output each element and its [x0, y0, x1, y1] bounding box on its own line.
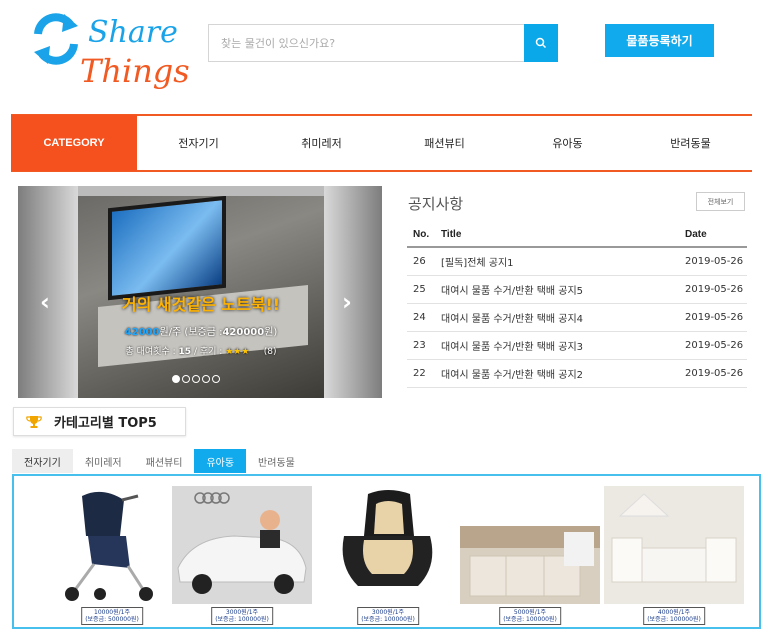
notice-title-link[interactable]: 대여시 물품 수거/반환 택배 공지3	[441, 331, 685, 360]
product-price: 5000원/1주 (보증금: 100000원)	[499, 607, 561, 625]
notice-title-link[interactable]: [필독]전체 공지1	[441, 247, 685, 276]
carousel-dot[interactable]	[212, 375, 220, 383]
play-mat-image[interactable]	[460, 486, 600, 604]
search-icon	[535, 37, 547, 49]
price-value: 42000	[124, 327, 160, 338]
column-header-title: Title	[441, 222, 685, 248]
notice-view-all-button[interactable]: 전체보기	[696, 192, 745, 211]
nav-item-electronics[interactable]: 전자기기	[137, 116, 260, 170]
featured-carousel: ‹ › 거의 새것같은 노트북!! 42000원/주 (보증금 :420000원…	[18, 186, 382, 398]
notice-date: 2019-05-26	[685, 303, 747, 332]
tab-fashion[interactable]: 패션뷰티	[134, 449, 195, 473]
carousel-prev-button[interactable]: ‹	[40, 288, 50, 316]
carousel-item-title[interactable]: 거의 새것같은 노트북!!	[78, 291, 324, 315]
notice-title-link[interactable]: 대여시 물품 수거/반환 택배 공지2	[441, 359, 685, 388]
notice-no: 22	[407, 359, 441, 388]
nav-item-hobby[interactable]: 취미레저	[260, 116, 383, 170]
product-rent-price: 10000원/1주	[94, 609, 130, 616]
column-header-date: Date	[685, 222, 747, 248]
tab-kids[interactable]: 유아동	[194, 449, 247, 473]
bumper-bed-image[interactable]	[604, 486, 744, 604]
table-row[interactable]: 25 대여시 물품 수거/반환 택배 공지5 2019-05-26	[407, 275, 747, 304]
notice-no: 25	[407, 275, 441, 304]
top5-title: 카테고리별 TOP5	[54, 416, 157, 431]
product-rent-price: 3000원/1주	[225, 609, 259, 616]
refresh-arrows-icon	[34, 13, 78, 65]
carousel-indicators	[172, 375, 220, 383]
notice-no: 24	[407, 303, 441, 332]
product-deposit: (보증금: 100000원)	[503, 616, 557, 623]
category-nav: CATEGORY 전자기기 취미레저 패션뷰티 유아동 반려동물	[11, 114, 752, 172]
notice-date: 2019-05-26	[685, 331, 747, 360]
product-card[interactable]: 4000원/1주 (보증금: 100000원)	[604, 486, 744, 626]
column-header-no: No.	[407, 222, 441, 248]
table-row[interactable]: 24 대여시 물품 수거/반환 택배 공지4 2019-05-26	[407, 303, 747, 332]
trophy-icon	[26, 415, 42, 428]
notice-title-link[interactable]: 대여시 물품 수거/반환 택배 공지5	[441, 275, 685, 304]
product-price: 10000원/1주 (보증금: 500000원)	[81, 607, 143, 625]
carousel-dot[interactable]	[182, 375, 190, 383]
carousel-next-button[interactable]: ›	[342, 288, 352, 316]
tab-pets[interactable]: 반려동물	[246, 449, 307, 473]
notice-title: 공지사항	[408, 195, 464, 213]
review-label: / 후기 :	[193, 347, 223, 357]
notice-no: 23	[407, 331, 441, 360]
product-card[interactable]: 3000원/1주 (보증금: 100000원)	[172, 486, 312, 626]
nav-item-fashion[interactable]: 패션뷰티	[383, 116, 506, 170]
search-bar	[208, 24, 558, 62]
deposit-suffix: 원)	[264, 327, 278, 338]
deposit-value: 420000	[222, 327, 265, 338]
ride-on-car-image[interactable]	[172, 486, 312, 604]
product-card[interactable]: 3000원/1주 (보증금: 100000원)	[318, 486, 458, 626]
notice-table: No. Title Date 26 [필독]전체 공지1 2019-05-26 …	[407, 222, 747, 388]
notice-no: 26	[407, 247, 441, 276]
product-rent-price: 4000원/1주	[657, 609, 691, 616]
table-row[interactable]: 23 대여시 물품 수거/반환 택배 공지3 2019-05-26	[407, 331, 747, 360]
notice-date: 2019-05-26	[685, 359, 747, 388]
carousel-rent-info: 총 대여횟수 : 15 / 후기 : ★★★ (8)	[78, 344, 324, 357]
carousel-next-panel	[324, 186, 382, 398]
nav-item-kids[interactable]: 유아동	[506, 116, 629, 170]
logo-things-text: Things	[80, 52, 190, 90]
product-deposit: (보증금: 100000원)	[215, 616, 269, 623]
search-input[interactable]	[209, 25, 525, 61]
stroller-image[interactable]	[42, 486, 182, 604]
top5-heading: 카테고리별 TOP5	[13, 407, 186, 436]
product-card[interactable]: 5000원/1주 (보증금: 100000원)	[460, 486, 600, 626]
table-row[interactable]: 22 대여시 물품 수거/반환 택배 공지2 2019-05-26	[407, 359, 747, 388]
notice-date: 2019-05-26	[685, 275, 747, 304]
product-card[interactable]: 10000원/1주 (보증금: 500000원)	[42, 486, 182, 626]
carousel-dot[interactable]	[172, 375, 180, 383]
search-button[interactable]	[524, 24, 558, 62]
logo-share-text: Share	[88, 15, 178, 50]
table-row[interactable]: 26 [필독]전체 공지1 2019-05-26	[407, 247, 747, 276]
notice-date: 2019-05-26	[685, 247, 747, 276]
star-rating: ★★★	[225, 347, 250, 357]
carousel-price: 42000원/주 (보증금 :420000원)	[78, 323, 324, 338]
product-deposit: (보증금: 100000원)	[361, 616, 415, 623]
nav-item-pets[interactable]: 반려동물	[629, 116, 752, 170]
product-price: 4000원/1주 (보증금: 100000원)	[643, 607, 705, 625]
notice-title-link[interactable]: 대여시 물품 수거/반환 택배 공지4	[441, 303, 685, 332]
share-things-logo[interactable]: Share Things	[30, 4, 190, 96]
product-deposit: (보증금: 500000원)	[85, 616, 139, 623]
tab-electronics[interactable]: 전자기기	[12, 449, 73, 473]
product-deposit: (보증금: 100000원)	[647, 616, 701, 623]
top5-products: 10000원/1주 (보증금: 500000원) 3000원/1주 (보증금: …	[12, 474, 761, 629]
product-rent-price: 5000원/1주	[513, 609, 547, 616]
review-count: (8)	[263, 347, 277, 357]
product-price: 3000원/1주 (보증금: 100000원)	[211, 607, 273, 625]
register-item-button[interactable]: 물품등록하기	[605, 24, 714, 57]
car-seat-image[interactable]	[318, 486, 458, 604]
product-price: 3000원/1주 (보증금: 100000원)	[357, 607, 419, 625]
tab-hobby[interactable]: 취미레저	[73, 449, 134, 473]
top5-tabs: 전자기기 취미레저 패션뷰티 유아동 반려동물	[12, 449, 307, 473]
rent-count: 15	[178, 347, 192, 357]
nav-category[interactable]: CATEGORY	[11, 115, 137, 171]
rent-label: 총 대여횟수 :	[125, 347, 176, 357]
product-rent-price: 3000원/1주	[371, 609, 405, 616]
price-suffix: 원/주 (보증금 :	[159, 327, 223, 338]
carousel-dot[interactable]	[202, 375, 210, 383]
carousel-dot[interactable]	[192, 375, 200, 383]
